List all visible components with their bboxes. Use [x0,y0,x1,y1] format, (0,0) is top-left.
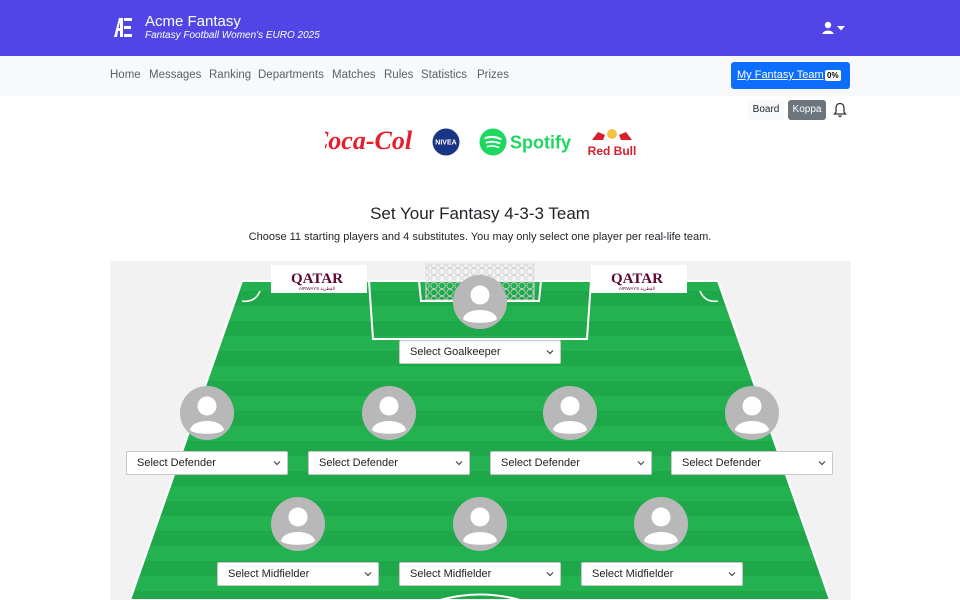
ad-board-right-text: QATAR [611,271,663,287]
chevron-down-icon [818,461,826,466]
user-menu-button[interactable] [820,19,846,37]
cocacola-logo: Coca-Cola [325,126,412,155]
nav-matches[interactable]: Matches [332,69,375,81]
nav-ranking[interactable]: Ranking [209,69,251,81]
formation-pitch: QATAR AIRWAYS القطرية QATAR AIRWAYS القط… [110,261,851,600]
board-toggle[interactable]: Board [748,100,784,120]
goalkeeper-avatar-icon[interactable] [453,275,507,329]
defender-2-select[interactable]: Select Defender [308,451,470,475]
app-subtitle: Fantasy Football Women's EURO 2025 [145,30,320,41]
nav-home[interactable]: Home [110,69,141,81]
midfielder-3-select-label: Select Midfielder [592,568,674,580]
nav-prizes[interactable]: Prizes [477,69,509,81]
nav-messages[interactable]: Messages [149,69,201,81]
spotify-logo: Spotify [479,128,571,156]
defender-2-avatar-icon[interactable] [362,386,416,440]
nivea-logo: NIVEA [432,128,460,156]
redbull-logo-text: Red Bull [588,144,636,158]
midfielder-3-avatar-icon[interactable] [634,497,688,551]
defender-3-avatar-icon[interactable] [543,386,597,440]
midfielder-2-avatar-icon[interactable] [453,497,507,551]
midfielder-2-select-label: Select Midfielder [410,568,492,580]
chevron-down-icon [364,572,372,577]
defender-1-select-label: Select Defender [137,457,216,469]
chevron-down-icon [637,461,645,466]
defender-3-select-label: Select Defender [501,457,580,469]
chevron-down-icon [455,461,463,466]
nav-departments[interactable]: Departments [258,69,324,81]
defender-4-select-label: Select Defender [682,457,761,469]
chevron-down-icon [728,572,736,577]
midfielder-1-select[interactable]: Select Midfielder [217,562,379,586]
defender-4-select[interactable]: Select Defender [671,451,833,475]
top-bar: Acme Fantasy Fantasy Football Women's EU… [0,0,960,56]
defender-2-select-label: Select Defender [319,457,398,469]
acme-logo-icon[interactable] [113,17,133,38]
midfielder-2-select[interactable]: Select Midfielder [399,562,561,586]
nivea-logo-text: NIVEA [435,140,456,147]
page-title: Set Your Fantasy 4-3-3 Team [370,204,590,223]
cocacola-logo-text: Coca-Cola [325,126,412,155]
caret-down-icon [837,26,845,31]
defender-1-avatar-icon[interactable] [180,386,234,440]
spotify-logo-text: Spotify [510,133,571,153]
nav-rules[interactable]: Rules [384,69,413,81]
midfielder-1-avatar-icon[interactable] [271,497,325,551]
chevron-down-icon [273,461,281,466]
defender-3-select[interactable]: Select Defender [490,451,652,475]
midfielder-1-select-label: Select Midfielder [228,568,310,580]
app-name[interactable]: Acme Fantasy [145,13,241,30]
my-fantasy-team-label: My Fantasy Team [737,69,824,81]
goalkeeper-select-label: Select Goalkeeper [410,346,501,358]
my-fantasy-team-button[interactable]: My Fantasy Team 0% [731,62,850,89]
chevron-down-icon [546,350,554,355]
nav-statistics[interactable]: Statistics [421,69,467,81]
goalkeeper-select[interactable]: Select Goalkeeper [399,340,561,364]
team-progress-badge: 0% [825,70,841,81]
chevron-down-icon [546,572,554,577]
ad-board-left-text: QATAR [291,271,343,287]
redbull-logo: Red Bull [588,129,636,158]
page-instructions: Choose 11 starting players and 4 substit… [248,231,712,243]
defender-1-select[interactable]: Select Defender [126,451,288,475]
bell-icon[interactable] [832,101,848,119]
defender-4-avatar-icon[interactable] [725,386,779,440]
user-icon [822,21,834,34]
midfielder-3-select[interactable]: Select Midfielder [581,562,743,586]
koppa-toggle[interactable]: Koppa [788,100,826,120]
